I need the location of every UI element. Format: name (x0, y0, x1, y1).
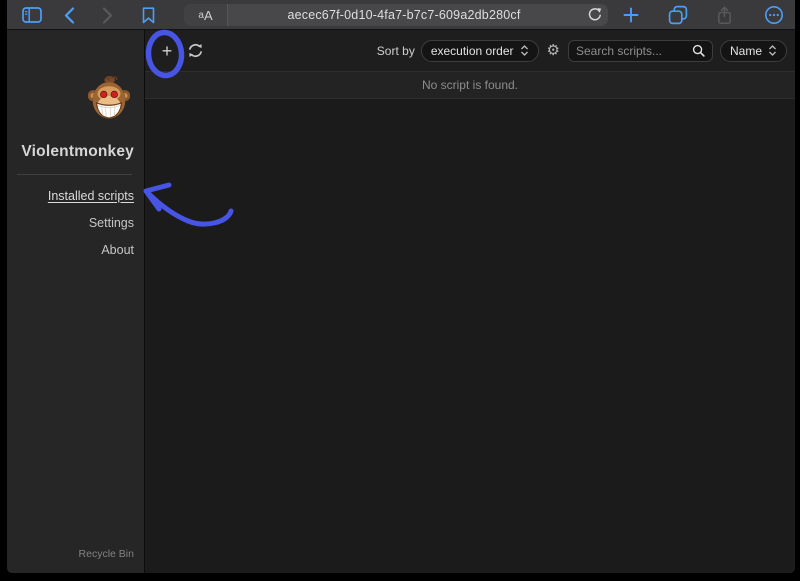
sync-icon (188, 43, 203, 58)
sidebar-item-settings[interactable]: Settings (7, 210, 134, 237)
violentmonkey-logo (88, 74, 130, 124)
search-icon (692, 44, 705, 57)
url-text[interactable]: aecec67f-0d10-4fa7-b7c7-609a2db280cf (228, 4, 580, 26)
content-row: Violentmonkey Installed scripts Settings… (7, 30, 795, 573)
text-size-big-label: A (204, 8, 213, 23)
tabs-icon (668, 5, 688, 25)
browser-toolbar: aA aecec67f-0d10-4fa7-b7c7-609a2db280cf (7, 0, 795, 30)
sidebar-item-recycle-bin[interactable]: Recycle Bin (79, 548, 134, 560)
script-list-area (145, 99, 795, 573)
more-options-button[interactable] (763, 0, 785, 30)
filter-settings-gear-icon[interactable]: ⚙ (547, 43, 560, 58)
violentmonkey-sidebar: Violentmonkey Installed scripts Settings… (7, 30, 145, 573)
bookmarks-button[interactable] (140, 0, 156, 30)
url-bar[interactable]: aA aecec67f-0d10-4fa7-b7c7-609a2db280cf (184, 4, 608, 26)
sidebar-nav: Installed scripts Settings About (7, 183, 134, 264)
back-chevron-icon (64, 7, 75, 24)
safari-window: aA aecec67f-0d10-4fa7-b7c7-609a2db280cf (7, 0, 795, 573)
forward-button[interactable] (99, 0, 115, 30)
search-field-select[interactable]: Name (720, 40, 787, 62)
bookmark-icon (142, 7, 155, 24)
sort-order-value: execution order (431, 44, 514, 58)
tab-overview-button[interactable] (667, 0, 689, 30)
sidebar-toggle-button[interactable] (21, 0, 43, 30)
sort-by-label: Sort by (377, 44, 415, 58)
new-script-button[interactable]: + (157, 39, 177, 63)
sort-order-select[interactable]: execution order (421, 40, 539, 62)
reload-button[interactable] (580, 4, 608, 26)
sidebar-item-installed-scripts[interactable]: Installed scripts (7, 183, 134, 210)
share-button[interactable] (715, 0, 733, 30)
monkey-logo-icon (88, 74, 130, 124)
update-scripts-button[interactable] (185, 41, 205, 61)
sidebar-toggle-icon (22, 7, 42, 23)
ellipsis-circle-icon (764, 5, 784, 25)
screenshot-root: aA aecec67f-0d10-4fa7-b7c7-609a2db280cf (0, 0, 800, 581)
search-scripts-box[interactable] (568, 40, 713, 62)
empty-state-row: No script is found. (145, 72, 795, 99)
chevron-up-down-icon (520, 44, 529, 57)
new-tab-button[interactable] (621, 0, 641, 30)
forward-chevron-icon (102, 7, 113, 24)
empty-state-message: No script is found. (422, 78, 518, 92)
app-title: Violentmonkey (7, 143, 134, 161)
plus-icon (623, 7, 639, 23)
chevron-up-down-icon (768, 44, 777, 57)
reload-icon (587, 7, 602, 23)
text-size-button[interactable]: aA (184, 4, 228, 26)
share-icon (717, 6, 732, 25)
main-panel: + Sort by execution order (145, 30, 795, 573)
sidebar-divider (17, 174, 132, 175)
search-input[interactable] (576, 44, 692, 58)
scripts-toolbar: + Sort by execution order (145, 30, 795, 72)
sidebar-item-about[interactable]: About (7, 237, 134, 264)
back-button[interactable] (61, 0, 77, 30)
search-field-value: Name (730, 44, 762, 58)
